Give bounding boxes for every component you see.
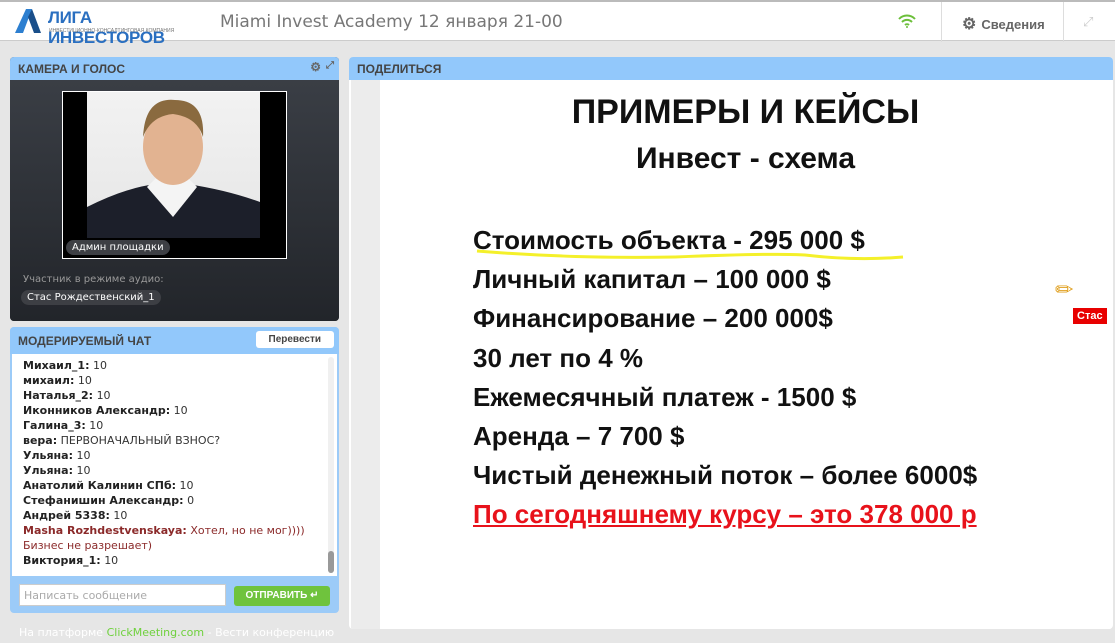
gear-icon: ⚙: [962, 16, 977, 33]
chat-header: МОДЕРИРУЕМЫЙ ЧАТ Перевести: [10, 327, 339, 354]
chat-author: Наталья_2:: [23, 389, 94, 402]
chat-message: Стефанишин Александр: 0: [23, 493, 326, 508]
chat-author: Андрей 5338:: [23, 509, 110, 522]
slide-title: ПРИМЕРЫ И КЕЙСЫ: [571, 93, 920, 131]
chat-message: Виктория_1: 10: [23, 553, 326, 568]
clickmeeting-link[interactable]: ClickMeeting.com: [107, 626, 205, 639]
slide-line: Чистый денежный поток – более 6000$: [473, 460, 978, 491]
footer-suffix[interactable]: - Вести конференцию: [208, 626, 334, 639]
divider: [941, 2, 942, 42]
divider: [1063, 2, 1064, 42]
presenter-label: Админ площадки: [66, 240, 170, 255]
chat-author: Masha Rozhdestvenskaya:: [23, 524, 187, 537]
fullscreen-icon[interactable]: ⤢: [1083, 15, 1093, 30]
translate-button[interactable]: Перевести: [255, 331, 334, 348]
chat-message: Андрей 5338: 10: [23, 508, 326, 523]
meeting-title: Miami Invest Academy 12 января 21-00: [220, 12, 563, 32]
presenter-video: Админ площадки: [62, 91, 287, 259]
chat-text: 10: [96, 389, 111, 402]
pencil-icon: ✏: [1055, 278, 1074, 303]
chat-author: Ульяна:: [23, 464, 73, 477]
slide-line: Личный капитал – 100 000 $: [473, 264, 831, 295]
chat-author: михаил:: [23, 374, 75, 387]
chat-message: Галина_3: 10: [23, 418, 326, 433]
slide-line: Стоимость объекта - 295 000 $: [473, 225, 865, 255]
chat-author: Михаил_1:: [23, 359, 90, 372]
footer: На платформе ClickMeeting.com - Вести ко…: [19, 626, 334, 639]
presentation-slide: ПРИМЕРЫ И КЕЙСЫ Инвест - схема Стоимость…: [380, 80, 1111, 629]
chat-text: 10: [104, 554, 119, 567]
annotator-label: Стас: [1073, 308, 1107, 324]
footer-prefix: На платформе: [19, 626, 104, 639]
slide-line: По сегодняшнему курсу – это 378 000 р: [473, 499, 977, 530]
chat-text: 10: [93, 359, 107, 372]
chat-message: михаил: 10: [23, 373, 326, 388]
chat-message: Иконников Александр: 10: [23, 403, 326, 418]
audio-label: Участник в режиме аудио:: [23, 274, 164, 285]
slide-margin: [351, 80, 380, 629]
chat-message: Анатолий Калинин СПб: 10: [23, 478, 326, 493]
chat-text: 10: [113, 509, 128, 522]
slide-line: Ежемесячный платеж - 1500 $: [473, 381, 857, 412]
chat-message: Masha Rozhdestvenskaya: Хотел, но не мог…: [23, 523, 326, 553]
chat-message: вера: ПЕРВОНАЧАЛЬНЫЙ ВЗНОС?: [23, 433, 326, 448]
share-panel: ПОДЕЛИТЬСЯ ПРИМЕРЫ И КЕЙСЫ Инвест - схем…: [349, 57, 1113, 629]
camera-panel-title: КАМЕРА И ГОЛОС: [18, 62, 125, 76]
chat-text: 10: [77, 374, 92, 387]
chat-text: 10: [89, 419, 104, 432]
chat-text: 10: [173, 404, 188, 417]
slide-line: 30 лет по 4 %: [473, 342, 644, 373]
chat-message: Михаил_1: 10: [23, 358, 326, 373]
chat-author: вера:: [23, 434, 58, 447]
share-header: ПОДЕЛИТЬСЯ: [349, 57, 1113, 80]
chat-author: Анатолий Калинин СПб:: [23, 479, 177, 492]
chat-text: 10: [76, 449, 91, 462]
chat-text: Бизнес не разрешает): [23, 539, 153, 552]
slide-line: Финансирование – 200 000$: [473, 303, 833, 334]
chat-messages: Михаил_1: 10 михаил: 10 Наталья_2: 10 Иконн…: [12, 354, 337, 576]
share-title: ПОДЕЛИТЬСЯ: [357, 62, 442, 76]
send-button[interactable]: ОТПРАВИТЬ ↵: [234, 586, 330, 606]
logo: ЛИГА ИНВЕСТОРОВ ИНВЕСТИЦИОННО-КОНСАЛТИНГ…: [15, 7, 195, 47]
send-label: ОТПРАВИТЬ: [245, 590, 308, 601]
chat-panel: МОДЕРИРУЕМЫЙ ЧАТ Перевести Михаил_1: 10 м…: [10, 327, 339, 613]
presenter-photo: [87, 92, 260, 238]
info-label: Сведения: [981, 16, 1045, 32]
settings-icon[interactable]: ⚙: [310, 60, 321, 74]
chat-author: Галина_3:: [23, 419, 86, 432]
chat-text: ПЕРВОНАЧАЛЬНЫЙ ВЗНОС?: [60, 434, 221, 447]
top-bar: ЛИГА ИНВЕСТОРОВ ИНВЕСТИЦИОННО-КОНСАЛТИНГ…: [0, 0, 1115, 47]
expand-icon[interactable]: ⤢: [326, 60, 334, 71]
slide-line: Аренда – 7 700 $: [473, 421, 685, 451]
chat-author: Виктория_1:: [23, 554, 101, 567]
logo-tagline: ИНВЕСТИЦИОННО-КОНСАЛТИНГОВАЯ КОМПАНИЯ: [49, 28, 175, 34]
connection-wifi-icon: [898, 14, 916, 28]
message-input[interactable]: Написать сообщение: [19, 584, 226, 606]
chat-message: Ульяна: 10: [23, 463, 326, 478]
chat-scrollbar[interactable]: [328, 357, 334, 573]
slide-subtitle: Инвест - схема: [635, 142, 856, 175]
enter-icon: ↵: [310, 590, 319, 601]
chat-message: Наталья_2: 10: [23, 388, 326, 403]
logo-mark-icon: [15, 9, 41, 33]
chat-message: Ульяна: 10: [23, 448, 326, 463]
chat-text: Хотел, но не мог)))): [190, 524, 305, 537]
audio-participant: Стас Рождественский_1: [21, 290, 161, 305]
chat-author: Ульяна:: [23, 449, 73, 462]
chat-author: Стефанишин Александр:: [23, 494, 184, 507]
chat-text: 0: [187, 494, 195, 507]
chat-text: 10: [76, 464, 91, 477]
chat-title: МОДЕРИРУЕМЫЙ ЧАТ: [18, 334, 152, 348]
camera-panel-header: КАМЕРА И ГОЛОС ⚙ ⤢: [10, 57, 339, 80]
chat-author: Иконников Александр:: [23, 404, 171, 417]
chat-text: 10: [179, 479, 194, 492]
camera-panel: КАМЕРА И ГОЛОС ⚙ ⤢ Админ площадки Участн…: [10, 57, 339, 321]
info-button[interactable]: ⚙ Сведения: [962, 14, 1045, 34]
